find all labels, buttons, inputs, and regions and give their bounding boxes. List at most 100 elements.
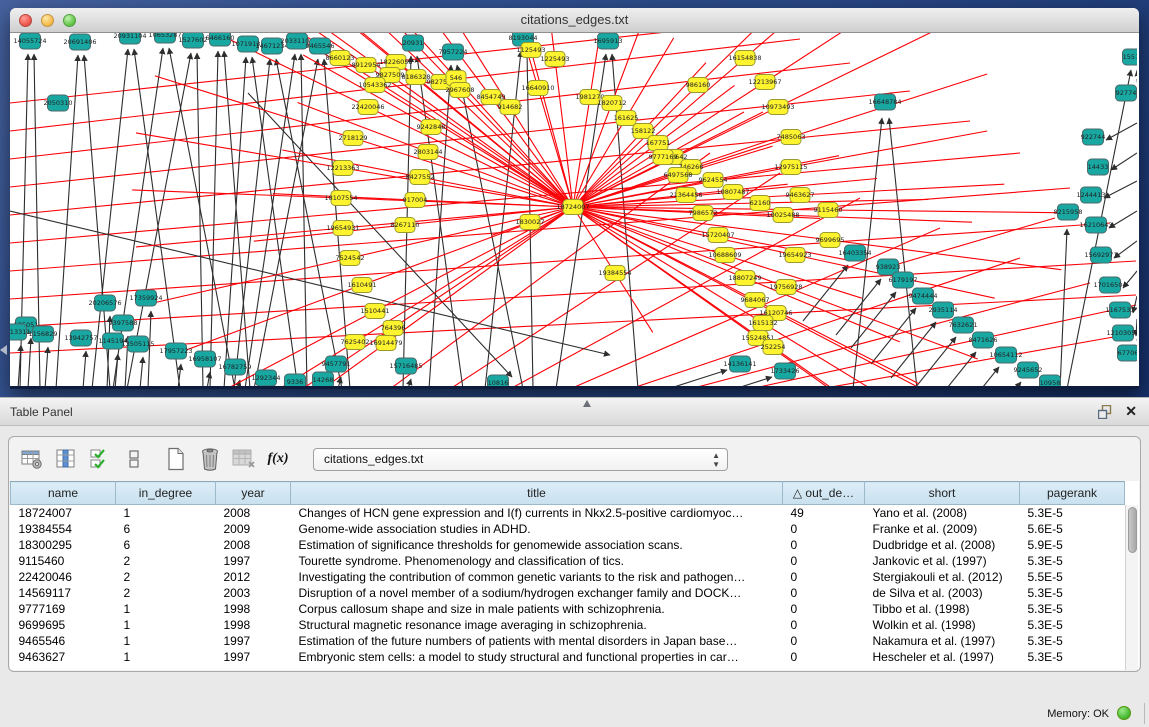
graph-node[interactable]: 10654112 — [989, 347, 1022, 363]
graph-node[interactable]: 10816 — [488, 375, 509, 389]
graph-node[interactable]: 9463627 — [786, 188, 815, 203]
graph-node[interactable]: 6497568 — [664, 168, 693, 183]
delete-button[interactable] — [197, 446, 223, 472]
table-row[interactable]: 946554611997Estimation of the future num… — [11, 633, 1125, 649]
close-panel-icon[interactable]: ✕ — [1125, 403, 1137, 419]
float-panel-icon[interactable] — [1098, 405, 1113, 419]
graph-node[interactable]: 7986572 — [689, 206, 718, 221]
graph-node[interactable]: 92774 — [1116, 85, 1137, 101]
graph-node[interactable]: 986160 — [686, 78, 711, 93]
graph-node[interactable]: 14136141 — [723, 356, 756, 372]
column-visibility-button[interactable] — [53, 446, 79, 472]
graph-node[interactable]: 8471626 — [969, 332, 998, 348]
graph-node[interactable]: 12103054 — [1106, 325, 1137, 341]
table-selector[interactable]: citations_edges.txt ▲▼ — [313, 448, 728, 471]
graph-node[interactable]: 1820712 — [598, 96, 627, 111]
graph-node[interactable]: 13942757 — [64, 330, 97, 346]
graph-node[interactable]: 9397588 — [109, 315, 138, 331]
graph-node[interactable]: 20931 — [403, 35, 424, 51]
graph-node[interactable]: 1292344 — [252, 370, 281, 386]
graph-node[interactable]: 2050310 — [44, 95, 73, 111]
graph-node[interactable]: 1610491 — [348, 278, 377, 293]
graph-node[interactable]: 8427552 — [406, 170, 435, 185]
graph-node[interactable]: 19654923 — [778, 248, 811, 263]
table-settings-button[interactable] — [19, 446, 45, 472]
graph-node[interactable]: 18107554 — [324, 191, 357, 206]
graph-node[interactable]: 12213363 — [326, 161, 359, 176]
column-header-short[interactable]: short — [865, 482, 1020, 505]
graph-node[interactable]: 17016504 — [1093, 277, 1126, 293]
graph-node[interactable]: 9457791 — [322, 356, 351, 372]
column-header-in_degree[interactable]: in_degree — [116, 482, 216, 505]
table-row[interactable]: 1872400712008Changes of HCN gene express… — [11, 505, 1125, 521]
graph-node[interactable]: 20931104 — [113, 33, 146, 44]
column-header-name[interactable]: name — [11, 482, 116, 505]
graph-node[interactable]: 16914479 — [369, 336, 402, 351]
graph-node[interactable]: 914682 — [498, 100, 523, 115]
graph-node[interactable]: 15716485 — [389, 358, 422, 374]
graph-node[interactable]: 7524542 — [336, 251, 365, 266]
graph-node[interactable]: 1615132 — [749, 316, 778, 331]
delete-table-button[interactable] — [231, 446, 257, 472]
scrollbar-thumb[interactable] — [1128, 507, 1137, 553]
graph-node[interactable]: 1225493 — [541, 52, 570, 67]
graph-node[interactable]: 1830027 — [516, 215, 545, 230]
function-builder-button[interactable]: f(x) — [265, 446, 291, 472]
graph-node[interactable]: 9465546 — [306, 38, 335, 54]
graph-node[interactable]: 62160 — [750, 196, 771, 211]
table-scrollbar[interactable] — [1125, 505, 1138, 670]
graph-node[interactable]: 2803144 — [414, 145, 443, 160]
table-row[interactable]: 969969511998Structural magnetic resonanc… — [11, 617, 1125, 633]
graph-node[interactable]: 1527602 — [179, 33, 208, 48]
graph-node[interactable]: 16154838 — [728, 51, 761, 66]
graph-node[interactable]: 1156829 — [29, 326, 58, 342]
graph-node[interactable]: 2967608 — [446, 83, 475, 98]
graph-node[interactable]: 2718129 — [339, 131, 368, 146]
graph-node[interactable]: 12213967 — [748, 75, 781, 90]
graph-node[interactable]: 20691406 — [63, 34, 96, 50]
graph-node[interactable]: 2935114 — [929, 302, 958, 318]
graph-node[interactable]: 9474444 — [909, 288, 938, 304]
graph-node[interactable]: 9624554 — [699, 173, 728, 188]
graph-node[interactable]: 67706 — [1118, 345, 1138, 361]
graph-node[interactable]: 1695913 — [594, 33, 623, 49]
hide-panel-arrow[interactable] — [0, 345, 7, 355]
column-header-title[interactable]: title — [291, 482, 783, 505]
graph-node[interactable]: 14268 — [313, 372, 334, 388]
table-row[interactable]: 2242004622012Investigating the contribut… — [11, 569, 1125, 585]
graph-node[interactable]: 161625 — [614, 111, 639, 126]
graph-node[interactable]: 14433 — [1088, 159, 1109, 175]
graph-node[interactable]: 1733426 — [771, 363, 800, 379]
graph-node[interactable]: 9777169 — [649, 150, 678, 165]
graph-node[interactable]: 19384554 — [598, 266, 631, 281]
new-file-button[interactable] — [163, 446, 189, 472]
graph-node[interactable]: 7632621 — [949, 317, 978, 333]
graph-node[interactable]: 15720407 — [701, 228, 734, 243]
table-row[interactable]: 977716911998Corpus callosum shape and si… — [11, 601, 1125, 617]
table-row[interactable]: 1830029562008Estimation of significance … — [11, 537, 1125, 553]
graph-node[interactable]: 1510441 — [361, 304, 390, 319]
table-row[interactable]: 1456911722003Disruption of a novel membe… — [11, 585, 1125, 601]
memory-status-dot[interactable] — [1117, 706, 1131, 720]
graph-node[interactable]: 9242848 — [417, 120, 446, 135]
graph-node[interactable]: 167751 — [646, 136, 671, 151]
graph-node[interactable]: 7485063 — [777, 130, 806, 145]
column-header-pagerank[interactable]: pagerank — [1020, 482, 1125, 505]
graph-node[interactable]: 16648784 — [868, 94, 901, 110]
column-header-year[interactable]: year — [216, 482, 291, 505]
rows-button[interactable] — [121, 446, 147, 472]
graph-node[interactable]: 9684067 — [741, 293, 770, 308]
graph-node[interactable]: 917004 — [403, 193, 428, 208]
graph-node[interactable]: 922744 — [1081, 129, 1106, 145]
graph-node[interactable]: 17359924 — [129, 290, 162, 306]
graph-node[interactable]: 14055724 — [13, 33, 46, 49]
network-canvas[interactable]: 1405572420691406209311041065328715276026… — [10, 33, 1139, 386]
graph-node[interactable]: 20206576 — [88, 295, 121, 311]
graph-node[interactable]: 16640910 — [521, 81, 554, 96]
column-header-out_de[interactable]: △ out_de… — [783, 482, 865, 505]
window-titlebar[interactable]: citations_edges.txt — [10, 8, 1139, 33]
graph-node[interactable]: 764396 — [381, 321, 406, 336]
graph-node[interactable]: 8267110 — [391, 218, 420, 233]
graph-node[interactable]: 15692971 — [1084, 247, 1117, 263]
graph-node[interactable]: 6466160 — [206, 33, 235, 46]
